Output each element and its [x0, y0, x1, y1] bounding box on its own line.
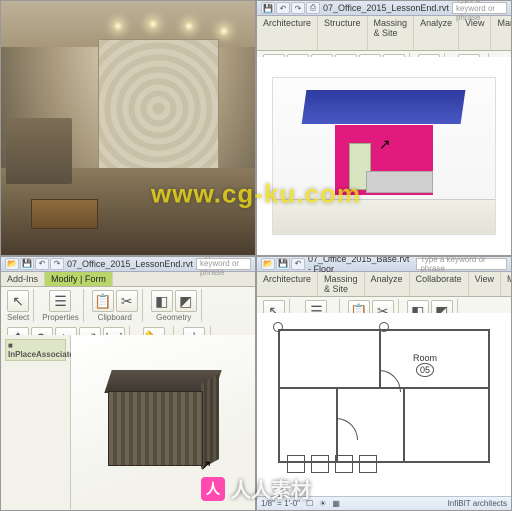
coffee-table [31, 199, 97, 229]
quick-access-toolbar: 📂 💾 ↶ ↷ [5, 258, 64, 270]
cut-icon[interactable]: ✂ [116, 290, 138, 312]
workspace: ■ InPlaceAssociate [1, 335, 255, 511]
ribbon-group-select: ↖ Select [3, 289, 34, 322]
fixture-icon [311, 455, 329, 473]
revit-displacement-window: 💾 ↶ ↷ ⎙ 07_Office_2015_LessonEnd.rvt Typ… [256, 0, 512, 256]
interior-wall [403, 387, 405, 462]
plan-fixtures [287, 455, 377, 473]
qat-undo-icon[interactable]: ↶ [35, 258, 49, 270]
desk-front [108, 391, 203, 466]
tab-modify-form[interactable]: Modify | Form [45, 272, 113, 286]
tab-massing[interactable]: Massing & Site [368, 16, 415, 50]
tab-architecture[interactable]: Architecture [257, 16, 318, 50]
window-title: 07_Office_2015_LessonEnd.rvt [323, 3, 449, 13]
ceiling-light-icon [113, 21, 123, 31]
revit-floorplan-window: 📂 💾 ↶ 07_Office_2015_Base.rvt - Floor Ty… [256, 256, 512, 511]
browser-item-inplace[interactable]: ■ InPlaceAssociate [5, 339, 66, 361]
rendered-interior-image [0, 0, 256, 256]
paste-icon[interactable]: 📋 [92, 290, 114, 312]
window-title: 07_Office_2015_LessonEnd.rvt [67, 259, 193, 269]
displaced-roof [302, 90, 466, 124]
tab-view[interactable]: View [459, 16, 491, 50]
ribbon-group-properties: ☰ Properties [38, 289, 83, 322]
qat-undo-icon[interactable]: ↶ [291, 258, 305, 270]
desk-side [201, 375, 219, 469]
tab-manage[interactable]: Manage [491, 16, 512, 50]
tab-view[interactable]: View [469, 272, 501, 296]
viewport-3d[interactable] [71, 335, 255, 511]
window-titlebar: 💾 ↶ ↷ ⎙ 07_Office_2015_LessonEnd.rvt Typ… [257, 1, 511, 16]
tab-architecture[interactable]: Architecture [257, 272, 318, 296]
qat-undo-icon[interactable]: ↶ [276, 2, 290, 14]
grid-bubble-icon [273, 322, 283, 332]
shadows-icon[interactable]: ▦ [332, 499, 340, 508]
properties-icon[interactable]: ☰ [49, 290, 71, 312]
fixture-icon [287, 455, 305, 473]
tab-addins[interactable]: Add-Ins [1, 272, 45, 286]
sofa [6, 118, 72, 184]
group-label: Select [7, 313, 29, 322]
tab-analyze[interactable]: Analyze [414, 16, 459, 50]
window-titlebar: 📂 💾 ↶ ↷ 07_Office_2015_LessonEnd.rvt Typ… [1, 257, 255, 272]
ceiling-light-icon [148, 19, 158, 29]
room-tag: Room 05 [413, 353, 437, 377]
exterior-wall [278, 329, 491, 463]
viewport-plan[interactable]: Room 05 [257, 313, 511, 497]
quick-access-toolbar: 📂 💾 ↶ [261, 258, 305, 270]
qat-redo-icon[interactable]: ↷ [291, 2, 305, 14]
tab-analyze[interactable]: Analyze [365, 272, 410, 296]
qat-save-icon[interactable]: 💾 [20, 258, 34, 270]
qat-save-icon[interactable]: 💾 [276, 258, 290, 270]
group-label: Properties [42, 313, 78, 322]
tab-massing[interactable]: Massing & Site [318, 272, 365, 296]
qat-open-icon[interactable]: 📂 [5, 258, 19, 270]
tab-manage[interactable]: Manage [501, 272, 512, 296]
ribbon-tabbar: Architecture Structure Massing & Site An… [257, 16, 511, 51]
reception-desk [366, 171, 432, 193]
fixture-icon [335, 455, 353, 473]
help-search-input[interactable]: Type a keyword or phrase [196, 258, 251, 270]
reception-desk-mass [108, 370, 218, 467]
group-label: Clipboard [98, 313, 132, 322]
project-browser-panel[interactable]: ■ InPlaceAssociate [1, 335, 71, 511]
group-label: Geometry [156, 313, 191, 322]
room-name: Room [413, 353, 437, 363]
view-control-bar: 1/8" = 1'-0" ☐ ☀ ▦ InfiBIT architects [257, 496, 511, 510]
render-scene [1, 1, 255, 255]
ribbon-group-geometry: ◧ ◩ Geometry [147, 289, 202, 322]
scene [272, 77, 496, 235]
help-search-input[interactable]: Type a keyword or phrase [452, 2, 507, 14]
tab-collaborate[interactable]: Collaborate [410, 272, 469, 296]
qat-print-icon[interactable]: ⎙ [306, 2, 320, 14]
visual-style-icon[interactable]: ☐ [306, 499, 313, 508]
floor-plan: Room 05 [263, 319, 505, 491]
tab-structure[interactable]: Structure [318, 16, 368, 50]
quick-access-toolbar: 💾 ↶ ↷ ⎙ [261, 2, 320, 14]
select-arrow-icon[interactable]: ↖ [7, 290, 29, 312]
help-search-input[interactable]: Type a keyword or phrase [416, 258, 507, 270]
sun-path-icon[interactable]: ☀ [319, 499, 326, 508]
project-name: InfiBIT architects [448, 499, 507, 508]
scale-display[interactable]: 1/8" = 1'-0" [261, 499, 300, 508]
window-titlebar: 📂 💾 ↶ 07_Office_2015_Base.rvt - Floor Ty… [257, 257, 511, 272]
viewport-3d[interactable] [257, 57, 511, 255]
join-icon[interactable]: ◧ [151, 290, 173, 312]
cutgeom-icon[interactable]: ◩ [175, 290, 197, 312]
ribbon-tabbar: Architecture Massing & Site Analyze Coll… [257, 272, 511, 297]
fixture-icon [359, 455, 377, 473]
revit-form-editor-window: 📂 💾 ↶ ↷ 07_Office_2015_LessonEnd.rvt Typ… [0, 256, 256, 511]
ribbon-group-clipboard: 📋 ✂ Clipboard [88, 289, 143, 322]
room-number: 05 [416, 363, 434, 377]
qat-save-icon[interactable]: 💾 [261, 2, 275, 14]
qat-open-icon[interactable]: 📂 [261, 258, 275, 270]
qat-redo-icon[interactable]: ↷ [50, 258, 64, 270]
feature-wall [98, 39, 220, 178]
floor-slab [273, 199, 495, 233]
